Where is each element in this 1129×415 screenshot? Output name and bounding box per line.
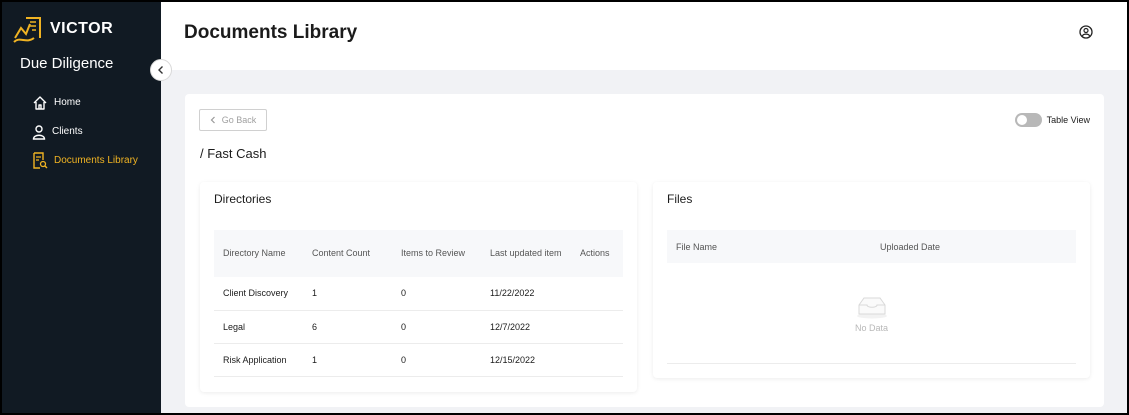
column-header-file-name: File Name xyxy=(667,230,871,263)
table-row[interactable]: Client Discovery 1 0 11/22/2022 xyxy=(214,277,623,311)
column-header-content-count: Content Count xyxy=(303,230,392,277)
table-view-label: Table View xyxy=(1046,115,1090,125)
home-icon xyxy=(33,95,47,110)
app-title: Due Diligence xyxy=(20,55,114,72)
cell-content-count: 1 xyxy=(303,277,392,311)
user-icon xyxy=(32,124,46,140)
chevron-left-icon xyxy=(158,66,163,74)
go-back-button[interactable]: Go Back xyxy=(199,109,267,131)
empty-state: No Data xyxy=(667,264,1076,364)
table-row[interactable]: Legal 6 0 12/7/2022 xyxy=(214,310,623,344)
files-title: Files xyxy=(667,192,693,206)
column-header-uploaded-date: Uploaded Date xyxy=(871,230,1076,263)
cell-actions xyxy=(571,310,623,344)
cell-items-to-review: 0 xyxy=(392,343,481,377)
table-view-toggle-group: Table View xyxy=(1014,113,1090,127)
sidebar-nav: Home Clients Documents Library xyxy=(32,88,138,175)
collapse-sidebar-button[interactable] xyxy=(150,59,172,81)
directories-table: Directory Name Content Count Items to Re… xyxy=(214,230,623,377)
cell-content-count: 1 xyxy=(303,343,392,377)
go-back-label: Go Back xyxy=(221,115,257,125)
cell-items-to-review: 0 xyxy=(392,310,481,344)
library-card: Go Back Table View / Fast Cash Directori… xyxy=(185,94,1104,407)
cell-directory-name: Risk Application xyxy=(214,343,303,377)
cell-items-to-review: 0 xyxy=(392,277,481,311)
document-search-icon xyxy=(33,152,48,169)
cell-last-updated: 11/22/2022 xyxy=(481,277,571,311)
column-header-directory-name: Directory Name xyxy=(214,230,303,277)
page-title: Documents Library xyxy=(184,22,358,43)
sidebar-item-clients[interactable]: Clients xyxy=(32,117,138,146)
directories-title: Directories xyxy=(214,192,272,206)
sidebar-item-label: Clients xyxy=(52,126,83,137)
files-panel: Files File Name Uploaded Date No Data xyxy=(653,182,1090,378)
toggle-knob xyxy=(1016,115,1027,125)
table-header-row: Directory Name Content Count Items to Re… xyxy=(214,230,623,277)
cell-content-count: 6 xyxy=(303,310,392,344)
sidebar-item-label: Documents Library xyxy=(54,155,138,166)
cell-last-updated: 12/7/2022 xyxy=(481,310,571,344)
column-header-last-updated: Last updated item xyxy=(481,230,571,277)
cell-actions xyxy=(571,343,623,377)
page-header: Documents Library xyxy=(161,2,1127,70)
sidebar-item-home[interactable]: Home xyxy=(32,88,138,117)
breadcrumb: / Fast Cash xyxy=(200,146,267,161)
chevron-left-icon xyxy=(210,116,215,124)
files-table: File Name Uploaded Date xyxy=(667,230,1076,263)
brand-logo: VICTOR xyxy=(12,14,113,44)
directories-panel: Directories Directory Name Content Count… xyxy=(200,182,637,392)
table-header-row: File Name Uploaded Date xyxy=(667,230,1076,263)
cell-directory-name: Legal xyxy=(214,310,303,344)
empty-inbox-icon xyxy=(856,297,887,318)
empty-state-text: No Data xyxy=(854,322,889,333)
account-circle-icon xyxy=(1079,25,1093,39)
sidebar: VICTOR Due Diligence Home Clients Docume… xyxy=(2,2,161,413)
brand-name: VICTOR xyxy=(50,20,114,37)
table-row[interactable]: Risk Application 1 0 12/15/2022 xyxy=(214,343,623,377)
sidebar-item-label: Home xyxy=(54,97,81,108)
column-header-actions: Actions xyxy=(571,230,623,277)
cell-directory-name: Client Discovery xyxy=(214,277,303,311)
table-view-toggle[interactable] xyxy=(1014,113,1042,127)
column-header-items-to-review: Items to Review xyxy=(392,230,481,277)
sidebar-item-documents-library[interactable]: Documents Library xyxy=(32,146,138,175)
cell-last-updated: 12/15/2022 xyxy=(481,343,571,377)
victor-logo-icon xyxy=(13,17,41,43)
cell-actions xyxy=(571,277,623,311)
app-window: VICTOR Due Diligence Home Clients Docume… xyxy=(0,0,1129,415)
account-button[interactable] xyxy=(1079,25,1093,44)
